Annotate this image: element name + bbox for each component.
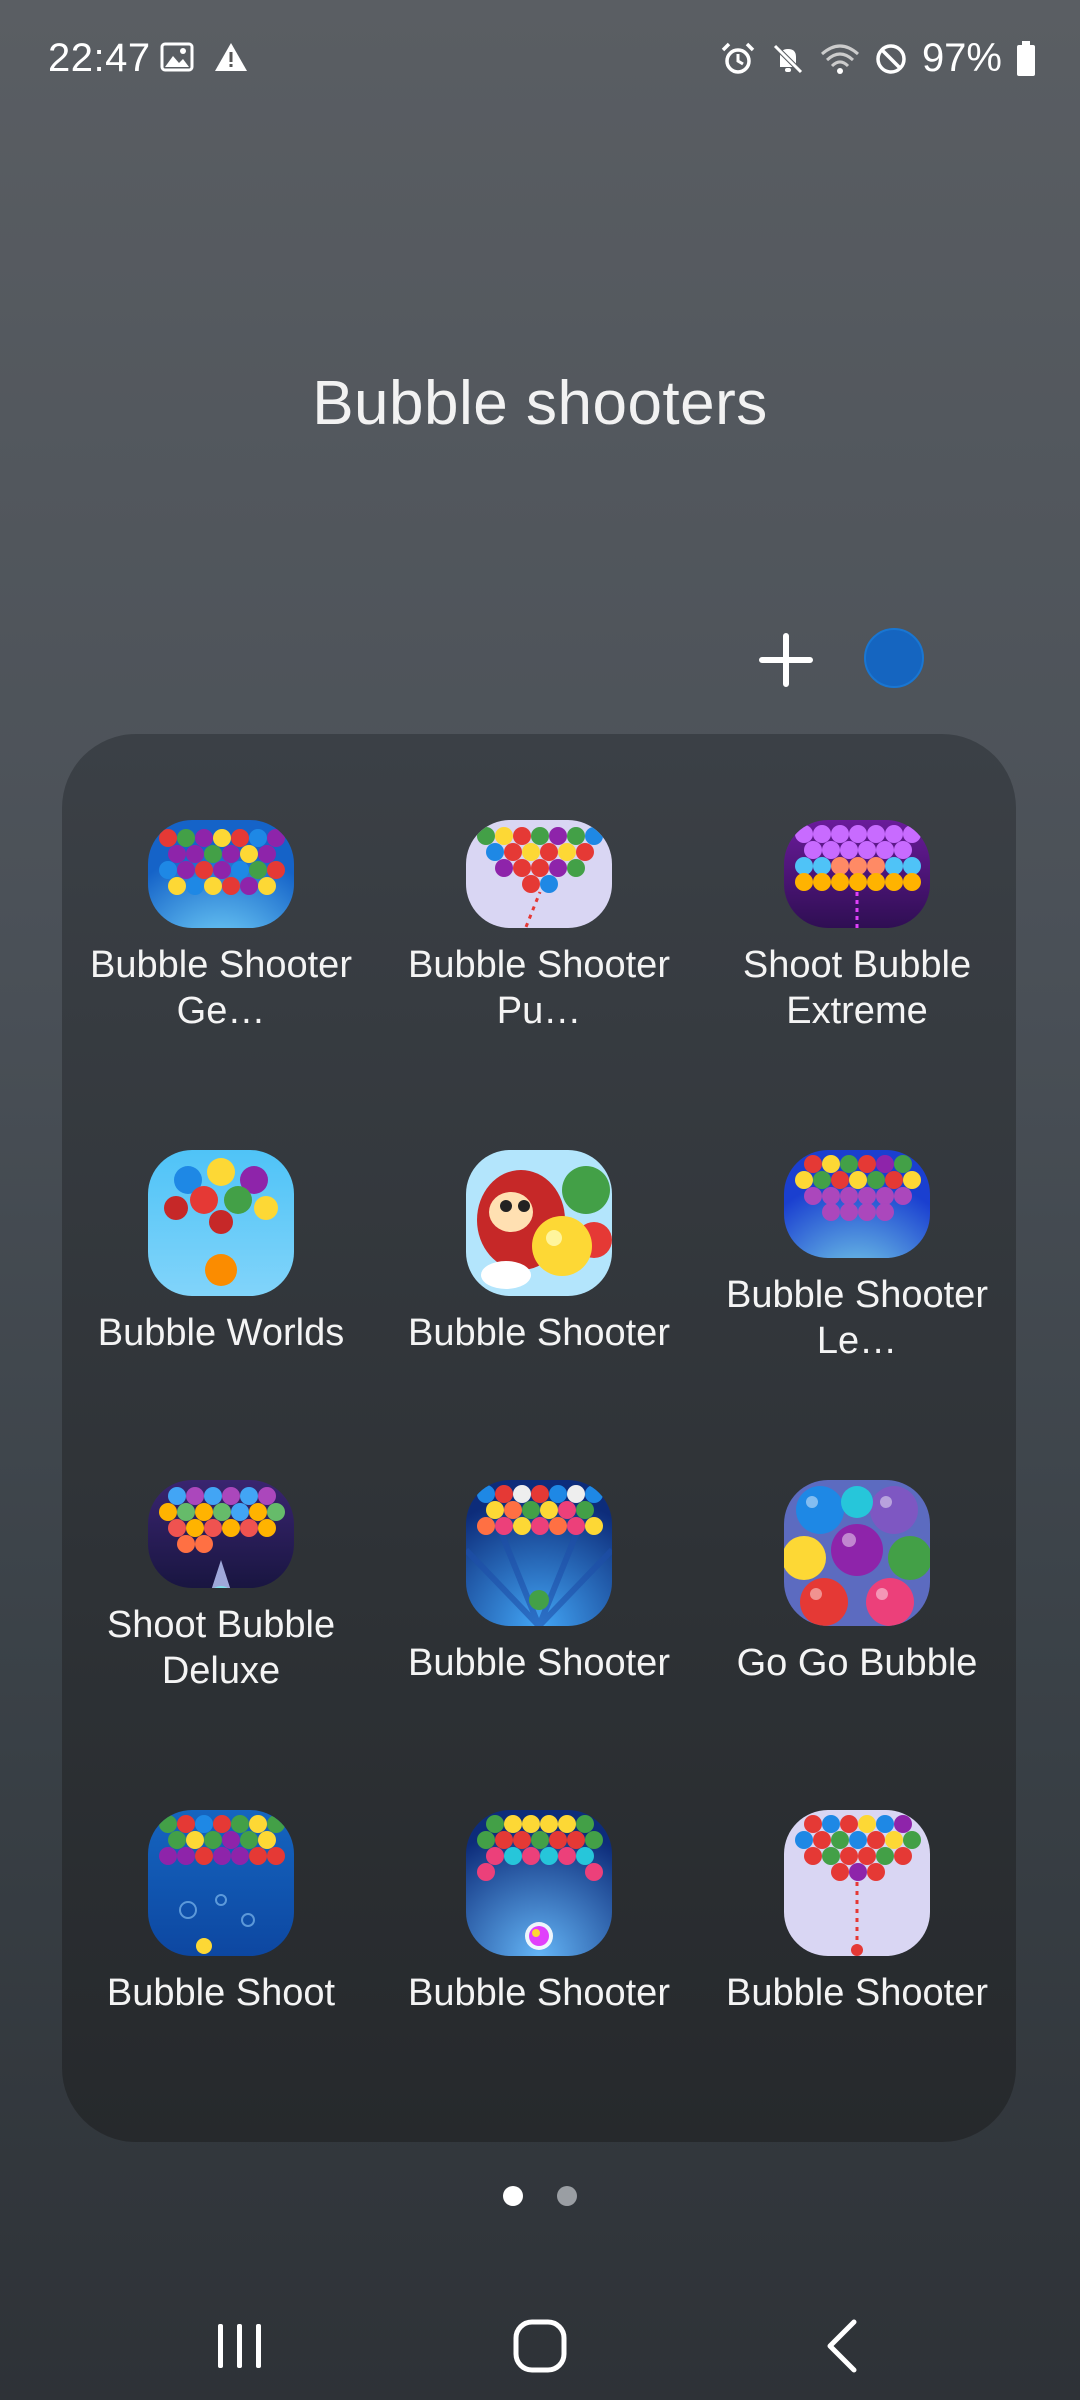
shoot-bubble-deluxe-icon [148, 1480, 294, 1588]
folder-color-button[interactable] [864, 628, 924, 688]
image-icon [160, 42, 194, 72]
alarm-icon [720, 41, 756, 77]
bubble-shooter-classic-icon [466, 1480, 612, 1626]
app-item[interactable]: Bubble Shooter Le… [698, 1064, 1016, 1364]
app-label: Bubble Shooter Le… [726, 1274, 988, 1362]
back-icon [827, 2319, 857, 2373]
status-time: 22:47 [48, 36, 151, 80]
page-indicator [0, 2186, 1080, 2206]
app-item[interactable]: Bubble Shooter [698, 1724, 1016, 2024]
app-label: Bubble Shooter [408, 1312, 670, 1354]
app-label: Bubble Shoot [106, 1972, 336, 2014]
app-item[interactable]: Bubble Shooter Ge… [62, 734, 380, 1034]
app-item[interactable]: Bubble Worlds [62, 1064, 380, 1364]
app-item[interactable]: Go Go Bubble [698, 1394, 1016, 1694]
recents-button[interactable] [190, 2296, 290, 2396]
bubble-shooter-rainbow-icon [466, 1810, 612, 1956]
app-item[interactable]: Bubble Shooter [380, 1064, 698, 1364]
bubble-shooter-genies-icon [148, 820, 294, 928]
app-item[interactable]: Bubble Shooter [380, 1724, 698, 2024]
shoot-bubble-extreme-icon [784, 820, 930, 928]
app-item[interactable]: Shoot Bubble Extreme [698, 734, 1016, 1034]
status-bar: 22:47 97% [0, 0, 1080, 120]
bubble-worlds-icon [148, 1150, 294, 1296]
home-button[interactable] [490, 2296, 590, 2396]
battery-percent: 97% [921, 36, 1002, 80]
plus-icon [759, 633, 813, 687]
battery-icon [1016, 40, 1036, 77]
recents-icon [218, 2324, 261, 2368]
app-item[interactable]: Bubble Shooter Pu… [380, 734, 698, 1034]
bubble-shooter-puzzle-icon [466, 820, 612, 928]
app-label: Shoot Bubble Deluxe [106, 1604, 336, 1692]
status-left-icons [160, 42, 248, 72]
app-label: Bubble Shooter [726, 1972, 988, 2014]
app-label: Go Go Bubble [736, 1642, 978, 1684]
bubble-shooter-legend-icon [784, 1150, 930, 1258]
app-item[interactable]: Bubble Shoot [62, 1724, 380, 2024]
page-dot-2[interactable] [557, 2186, 577, 2206]
status-right: 97% [720, 36, 1036, 81]
bubble-shoot-icon [148, 1810, 294, 1956]
go-go-bubble-icon [784, 1480, 930, 1626]
app-label: Shoot Bubble Extreme [742, 944, 972, 1032]
wifi-icon [820, 42, 860, 76]
app-label: Bubble Shooter [408, 1972, 670, 2014]
app-label: Bubble Shooter Ge… [90, 944, 352, 1032]
bubble-shooter-lavender-icon [784, 1810, 930, 1956]
navigation-bar [0, 2280, 1080, 2400]
app-label: Bubble Worlds [97, 1312, 345, 1354]
dnd-icon [874, 42, 908, 76]
page-dot-1[interactable] [503, 2186, 523, 2206]
folder-panel: Bubble Shooter Ge… Bubble Shooter Pu… Sh… [62, 734, 1016, 2142]
mute-icon [770, 41, 806, 77]
bubble-shooter-fox-icon [466, 1150, 612, 1296]
folder-title[interactable]: Bubble shooters [0, 368, 1080, 439]
app-label: Bubble Shooter Pu… [408, 944, 670, 1032]
back-button[interactable] [794, 2296, 894, 2396]
app-grid: Bubble Shooter Ge… Bubble Shooter Pu… Sh… [62, 734, 1016, 2142]
home-icon [513, 2319, 567, 2373]
add-apps-button[interactable] [752, 626, 820, 694]
app-label: Bubble Shooter [408, 1642, 670, 1684]
warning-icon [214, 42, 248, 72]
app-item[interactable]: Shoot Bubble Deluxe [62, 1394, 380, 1694]
app-item[interactable]: Bubble Shooter [380, 1394, 698, 1694]
